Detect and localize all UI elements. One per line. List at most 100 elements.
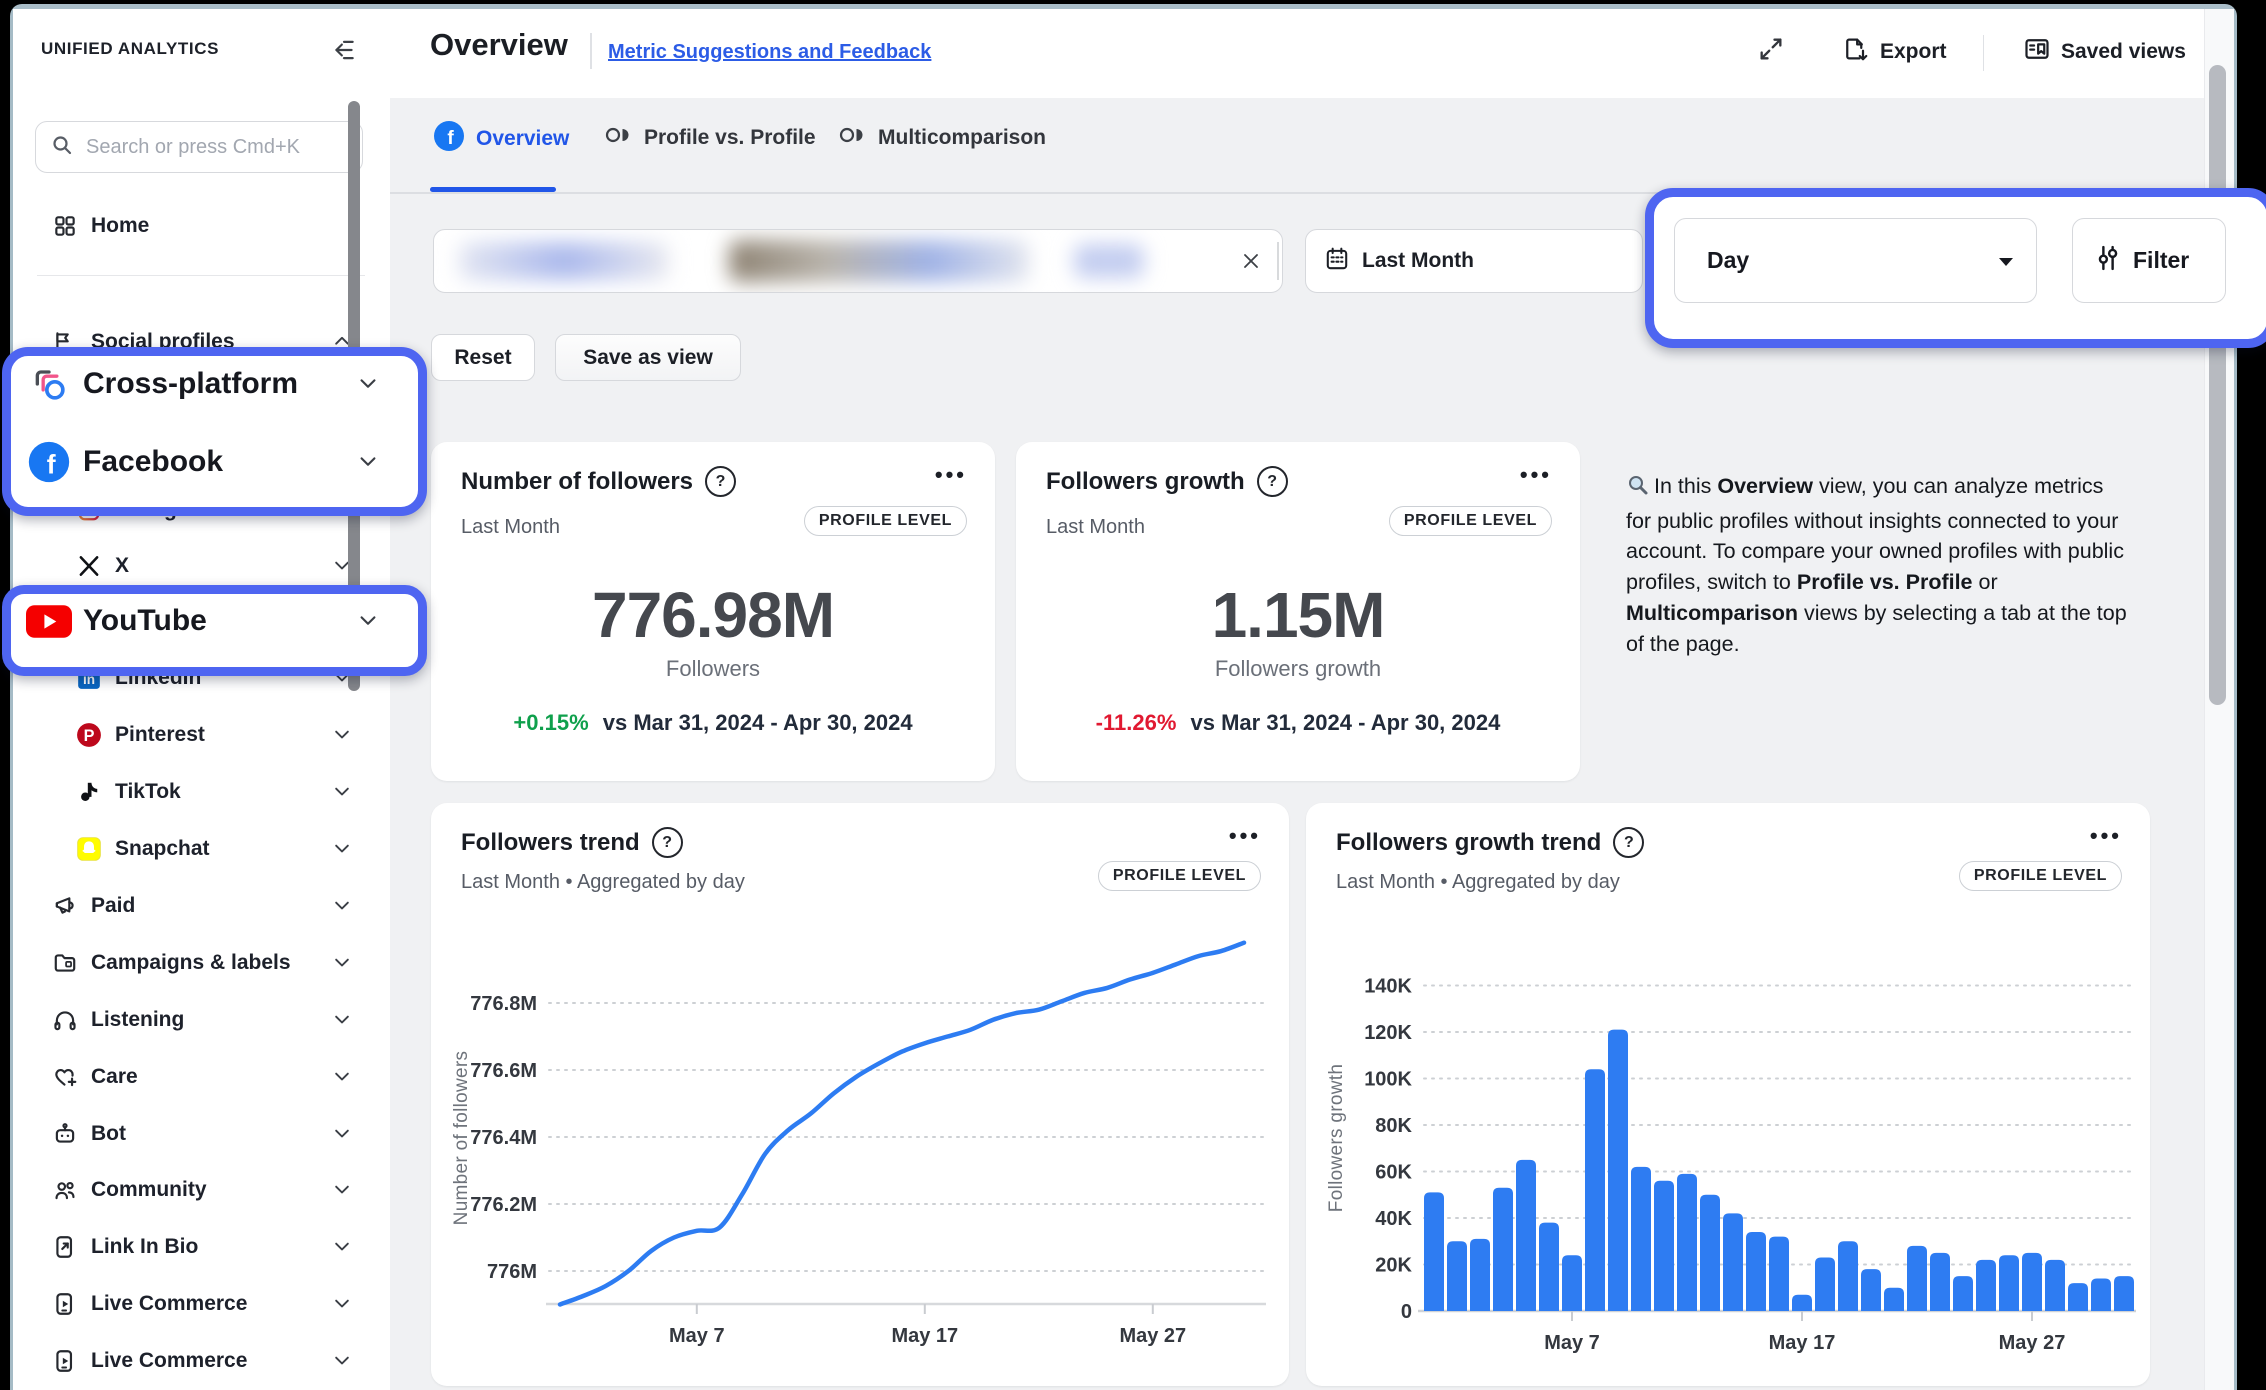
card-title: Followers trend [461, 829, 640, 857]
sidebar-item-tiktok[interactable]: TikTok [13, 771, 452, 813]
sidebar-item-bot[interactable]: Bot [13, 1113, 428, 1155]
magnifier-icon [1626, 473, 1650, 506]
sidebar-item-link-in-bio[interactable]: Link In Bio [13, 1226, 428, 1268]
tiktok-icon [75, 778, 103, 806]
svg-text:120K: 120K [1364, 1022, 1412, 1044]
sidebar-item-campaigns-labels[interactable]: Campaigns & labels [13, 942, 428, 984]
note-text: or [1973, 570, 1998, 594]
svg-text:80K: 80K [1375, 1115, 1412, 1137]
collapse-sidebar-icon[interactable] [329, 35, 359, 65]
sliders-icon [2093, 243, 2123, 278]
people-icon [51, 1176, 79, 1204]
card-followers-growth-trend: Followers growth trend ? ••• Last Month … [1306, 803, 2150, 1386]
sidebar-item-home[interactable]: Home [13, 205, 428, 247]
svg-text:P: P [84, 727, 95, 745]
svg-text:May 7: May 7 [669, 1325, 725, 1347]
note-text: In this [1654, 474, 1717, 498]
metric-comparison: +0.15% vs Mar 31, 2024 - Apr 30, 2024 [431, 710, 995, 736]
svg-text:f: f [447, 128, 454, 149]
expand-view-button[interactable] [1757, 35, 1785, 69]
sidebar-item-listening[interactable]: Listening [13, 999, 428, 1041]
sidebar-search [35, 121, 363, 173]
app-canvas: UNIFIED ANALYTICS Home Social profiles [0, 0, 2266, 1390]
sidebar-item-live-commerce[interactable]: Live Commerce [13, 1283, 428, 1325]
annotation-cross-platform-facebook: Cross-platform f Facebook [2, 347, 427, 516]
heart-plus-icon [51, 1063, 79, 1091]
phone-play-icon [51, 1290, 79, 1318]
svg-text:20K: 20K [1375, 1255, 1412, 1277]
save-as-view-button[interactable]: Save as view [555, 334, 741, 381]
tab-profile-vs-profile[interactable]: Profile vs. Profile [604, 121, 816, 155]
reset-button[interactable]: Reset [431, 334, 535, 381]
annotation-youtube: YouTube [2, 585, 427, 676]
sidebar-item-youtube[interactable]: YouTube [11, 594, 418, 648]
expand-icon [1757, 35, 1785, 69]
chevron-down-icon [357, 373, 379, 395]
search-icon [50, 133, 74, 162]
svg-text:40K: 40K [1375, 1208, 1412, 1230]
sidebar-item-label: Community [91, 1178, 207, 1202]
saved-views-label: Saved views [2061, 40, 2186, 64]
sidebar-item-live-commerce-2[interactable]: Live Commerce [13, 1340, 428, 1382]
card-menu-icon[interactable]: ••• [2090, 823, 2122, 849]
phone-play-icon [51, 1347, 79, 1375]
tab-label: Multicomparison [878, 126, 1046, 150]
sidebar-item-label: Snapchat [115, 837, 210, 861]
svg-text:May 17: May 17 [1769, 1332, 1836, 1354]
clear-selection-icon[interactable] [1234, 244, 1268, 278]
selector-separator [1277, 242, 1279, 280]
metric-label: Followers [431, 656, 995, 682]
svg-text:776.6M: 776.6M [470, 1060, 537, 1082]
saved-views-button[interactable]: Saved views [2023, 35, 2186, 69]
sidebar-item-x[interactable]: X [13, 545, 452, 587]
help-icon[interactable]: ? [705, 466, 736, 497]
card-followers-trend: Followers trend ? ••• Last Month • Aggre… [431, 803, 1289, 1386]
cross-platform-icon [25, 360, 73, 408]
card-menu-icon[interactable]: ••• [935, 462, 967, 488]
chevron-down-icon [331, 1009, 353, 1031]
export-icon [1842, 35, 1870, 69]
chevron-down-icon [331, 1236, 353, 1258]
sidebar-divider [37, 275, 365, 276]
help-icon[interactable]: ? [1613, 827, 1644, 858]
sidebar-item-label: Live Commerce [91, 1349, 247, 1373]
help-icon[interactable]: ? [652, 827, 683, 858]
card-menu-icon[interactable]: ••• [1229, 823, 1261, 849]
chevron-down-icon [331, 1123, 353, 1145]
sidebar-item-pinterest[interactable]: P Pinterest [13, 714, 452, 756]
overview-info-note: In this Overview view, you can analyze m… [1626, 471, 2134, 659]
chevron-down-icon [331, 952, 353, 974]
svg-text:0: 0 [1401, 1301, 1412, 1323]
chevron-down-icon [331, 1066, 353, 1088]
granularity-value: Day [1707, 247, 1749, 274]
facebook-icon: f [25, 438, 73, 486]
svg-text:140K: 140K [1364, 976, 1412, 998]
metric-label: Followers growth [1016, 656, 1580, 682]
profile-selector[interactable] [433, 229, 1283, 293]
card-menu-icon[interactable]: ••• [1520, 462, 1552, 488]
sidebar-item-care[interactable]: Care [13, 1056, 428, 1098]
tab-overview[interactable]: f Overview [434, 121, 569, 157]
folder-icon [51, 949, 79, 977]
chevron-down-icon [331, 1350, 353, 1372]
sidebar-item-community[interactable]: Community [13, 1169, 428, 1211]
sidebar-item-cross-platform[interactable]: Cross-platform [11, 357, 418, 411]
sidebar-item-facebook[interactable]: f Facebook [11, 435, 418, 489]
date-range-selector[interactable]: Last Month [1305, 229, 1643, 293]
sidebar-item-label: Care [91, 1065, 138, 1089]
chevron-down-icon [331, 838, 353, 860]
main-scrollbar-thumb[interactable] [2209, 65, 2226, 705]
sidebar-item-snapchat[interactable]: Snapchat [13, 828, 452, 870]
tab-multicomparison[interactable]: Multicomparison [838, 121, 1046, 155]
svg-text:776M: 776M [487, 1261, 537, 1283]
filter-button[interactable]: Filter [2072, 218, 2226, 303]
robot-icon [51, 1120, 79, 1148]
sidebar-item-paid[interactable]: Paid [13, 885, 428, 927]
search-input[interactable] [84, 135, 348, 160]
granularity-dropdown[interactable]: Day [1674, 218, 2037, 303]
svg-text:776.2M: 776.2M [470, 1194, 537, 1216]
export-button[interactable]: Export [1842, 35, 1947, 69]
metric-suggestions-link[interactable]: Metric Suggestions and Feedback [608, 41, 931, 64]
help-icon[interactable]: ? [1257, 466, 1288, 497]
facebook-icon: f [434, 121, 464, 157]
